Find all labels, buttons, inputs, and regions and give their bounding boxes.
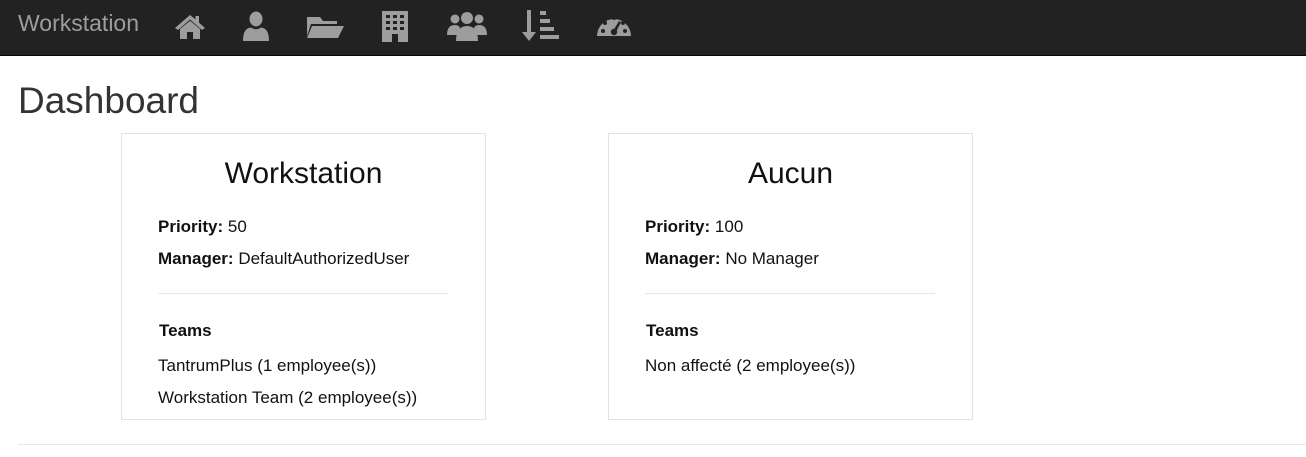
team-item: TantrumPlus (1 employee(s)) [158, 356, 377, 375]
brand-link[interactable]: Workstation [18, 10, 139, 36]
department-card-workstation: Workstation Priority: 50 Manager: Defaul… [121, 133, 486, 420]
manager-label: Manager: [645, 249, 721, 268]
card-title: Workstation [224, 157, 383, 190]
card-divider [645, 293, 935, 294]
teams-heading: Teams [159, 321, 212, 340]
manager-value: No Manager [725, 249, 819, 268]
manager-row: Manager: No Manager [645, 248, 819, 270]
team-item: Non affecté (2 employee(s)) [645, 356, 856, 375]
sort-amount-icon[interactable] [520, 8, 562, 44]
teams-heading: Teams [646, 321, 699, 340]
user-icon[interactable] [240, 8, 272, 44]
priority-row: Priority: 100 [645, 216, 743, 238]
manager-row: Manager: DefaultAuthorizedUser [158, 248, 409, 270]
building-icon[interactable] [378, 8, 412, 44]
card-divider [158, 293, 448, 294]
dashboard-gauge-icon[interactable] [594, 8, 634, 44]
priority-value: 100 [714, 217, 744, 236]
top-navbar: Workstation [0, 0, 1306, 56]
priority-label: Priority: [645, 217, 711, 236]
priority-label: Priority: [158, 217, 224, 236]
priority-value: 50 [227, 217, 247, 236]
manager-value: DefaultAuthorizedUser [238, 249, 410, 268]
manager-label: Manager: [158, 249, 234, 268]
team-item: Workstation Team (2 employee(s)) [158, 388, 418, 407]
users-icon[interactable] [446, 8, 488, 44]
department-card-aucun: Aucun Priority: 100 Manager: No Manager … [608, 133, 973, 420]
home-icon[interactable] [172, 8, 208, 44]
folder-open-icon[interactable] [305, 8, 345, 44]
page-title: Dashboard [18, 80, 200, 121]
card-title: Aucun [747, 157, 834, 190]
footer-divider [18, 444, 1306, 445]
priority-row: Priority: 50 [158, 216, 247, 238]
